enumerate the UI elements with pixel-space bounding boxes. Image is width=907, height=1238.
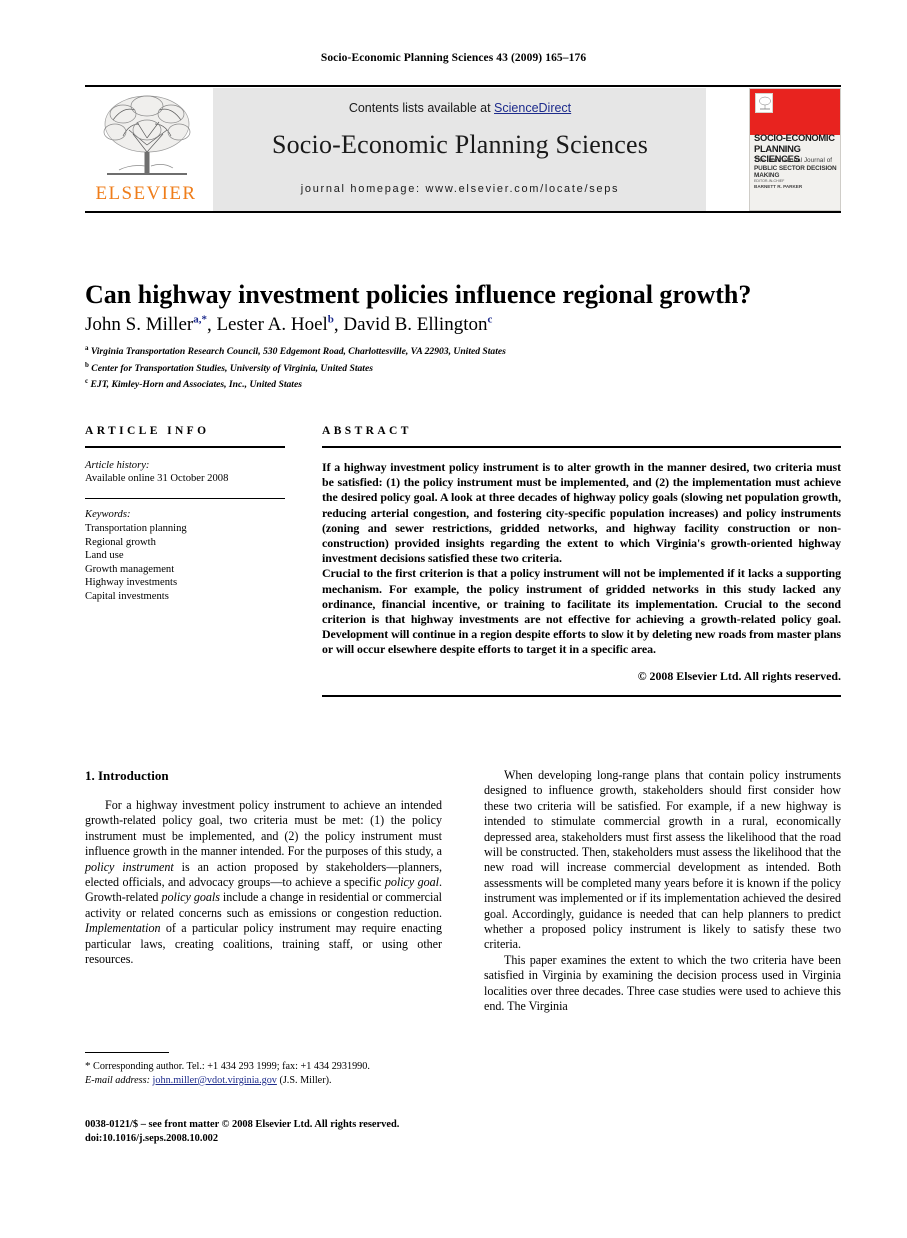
- author-affiliation-marker: b: [327, 314, 334, 326]
- keywords-label: Keywords:: [85, 509, 131, 521]
- body-column-left: 1. Introduction For a highway investment…: [85, 768, 442, 967]
- sciencedirect-link[interactable]: ScienceDirect: [494, 101, 571, 115]
- article-history-label: Article history:: [85, 460, 150, 471]
- affiliation-item: b Center for Transportation Studies, Uni…: [85, 360, 373, 374]
- cover-subtitle-line1: The International Journal of: [754, 157, 833, 164]
- cover-elsevier-mark-icon: [755, 93, 773, 113]
- affiliation-item: c EJT, Kimley-Horn and Associates, Inc.,…: [85, 377, 302, 391]
- keyword-item: Highway investments: [85, 577, 178, 589]
- article-history-value: Available online 31 October 2008: [85, 473, 229, 485]
- abstract-rule: [322, 446, 841, 448]
- affiliation-marker: a: [85, 344, 89, 352]
- journal-title: Socio-Economic Planning Sciences: [271, 130, 649, 159]
- contents-prefix: Contents lists available at: [348, 101, 495, 115]
- author-list: John S. Millera,*, Lester A. Hoelb, Davi…: [85, 314, 493, 336]
- contents-available-line: Contents lists available at ScienceDirec…: [213, 101, 707, 115]
- abstract-column: ABSTRACT If a highway investment policy …: [322, 425, 841, 697]
- footnote-block: * Corresponding author. Tel.: +1 434 293…: [85, 1052, 442, 1087]
- cover-title-line1: SOCIO-ECONOMIC: [754, 132, 835, 143]
- keyword-item: Land use: [85, 550, 124, 562]
- abstract-copyright: © 2008 Elsevier Ltd. All rights reserved…: [637, 668, 841, 683]
- corresponding-author-text: Corresponding author. Tel.: +1 434 293 1…: [93, 1061, 370, 1073]
- email-label: E-mail address:: [85, 1074, 150, 1086]
- body-column-right: When developing long-range plans that co…: [484, 768, 841, 1015]
- author-name: John S. Millera,*: [85, 314, 207, 336]
- abstract-heading: ABSTRACT: [322, 425, 412, 437]
- keywords-rule: [85, 497, 285, 500]
- footnote-rule: [85, 1052, 169, 1054]
- affiliation-item: a Virginia Transportation Research Counc…: [85, 344, 506, 358]
- email-link[interactable]: john.miller@vdot.virginia.gov: [153, 1075, 277, 1086]
- body-left-paragraphs: For a highway investment policy instrume…: [85, 798, 442, 967]
- keyword-items: Transportation planning Regional growth La…: [85, 522, 285, 604]
- affiliation-list: a Virginia Transportation Research Counc…: [85, 342, 841, 392]
- email-line: E-mail address: john.miller@vdot.virgini…: [85, 1074, 442, 1087]
- affiliation-marker: b: [85, 360, 89, 369]
- keywords-block: Keywords: Transportation planning Regiona…: [85, 508, 285, 603]
- keyword-item: Transportation planning: [85, 523, 187, 534]
- masthead-top-rule: [85, 85, 841, 87]
- cover-editor-name: BARNETT R. PARKER: [754, 184, 803, 189]
- footer-doi-line: doi:10.1016/j.seps.2008.10.002: [85, 1133, 219, 1144]
- footnote-star-marker: *: [85, 1060, 91, 1073]
- abstract-body: If a highway investment policy instrumen…: [322, 460, 841, 658]
- article-info-column: ARTICLE INFO Article history: Available …: [85, 425, 285, 604]
- abstract-paragraph: Crucial to the first criterion is that a…: [322, 566, 841, 657]
- abstract-bottom-rule: [322, 694, 841, 697]
- article-info-rule: [85, 446, 285, 448]
- page-title: Can highway investment policies influenc…: [85, 280, 752, 310]
- article-info-heading: ARTICLE INFO: [85, 425, 210, 437]
- masthead-bottom-rule: [85, 211, 841, 213]
- corresponding-author-line: * Corresponding author. Tel.: +1 434 293…: [85, 1060, 442, 1073]
- section-heading-introduction: 1. Introduction: [85, 768, 169, 783]
- journal-cover-thumbnail: SOCIO-ECONOMIC PLANNING SCIENCES The Int…: [745, 88, 841, 211]
- author-affiliation-marker: c: [487, 314, 493, 326]
- keyword-item: Growth management: [85, 563, 175, 575]
- journal-homepage-line[interactable]: journal homepage: www.elsevier.com/locat…: [213, 183, 707, 195]
- affiliation-marker: c: [85, 377, 89, 386]
- journal-band: Contents lists available at ScienceDirec…: [212, 88, 706, 211]
- elsevier-logo: ELSEVIER: [85, 88, 207, 211]
- page-footer: 0038-0121/$ – see front matter © 2008 El…: [85, 1118, 841, 1146]
- keyword-item: Regional growth: [85, 536, 156, 548]
- cover-subtitle-line2: PUBLIC SECTOR DECISION MAKING: [754, 165, 837, 179]
- cover-editor-label: EDITOR-IN-CHIEF: [754, 179, 785, 183]
- body-paragraph: This paper examines the extent to which …: [484, 952, 841, 1014]
- elsevier-wordmark: ELSEVIER: [95, 183, 197, 204]
- body-paragraph: When developing long-range plans that co…: [484, 768, 841, 952]
- body-paragraph: For a highway investment policy instrume…: [85, 798, 442, 967]
- article-history-block: Article history: Available online 31 Oct…: [85, 459, 285, 486]
- journal-cover-inner: SOCIO-ECONOMIC PLANNING SCIENCES The Int…: [749, 88, 841, 211]
- author-name: David B. Ellingtonc: [343, 314, 493, 336]
- author-name: Lester A. Hoelb: [216, 314, 334, 336]
- abstract-paragraph: If a highway investment policy instrumen…: [322, 460, 841, 566]
- keyword-item: Capital investments: [85, 590, 169, 602]
- running-head: Socio-Economic Planning Sciences 43 (200…: [320, 52, 587, 64]
- paper-page: Socio-Economic Planning Sciences 43 (200…: [0, 0, 907, 1238]
- email-suffix: (J.S. Miller).: [279, 1074, 332, 1086]
- journal-masthead: ELSEVIER Contents lists available at Sci…: [85, 85, 841, 213]
- body-right-paragraphs: When developing long-range plans that co…: [484, 768, 841, 1015]
- author-affiliation-marker: a,*: [193, 314, 207, 326]
- footer-issn-line: 0038-0121/$ – see front matter © 2008 El…: [85, 1119, 400, 1130]
- elsevier-tree-icon: [103, 95, 191, 175]
- cover-tree-icon: [759, 96, 771, 110]
- footnote-text: * Corresponding author. Tel.: +1 434 293…: [85, 1060, 442, 1087]
